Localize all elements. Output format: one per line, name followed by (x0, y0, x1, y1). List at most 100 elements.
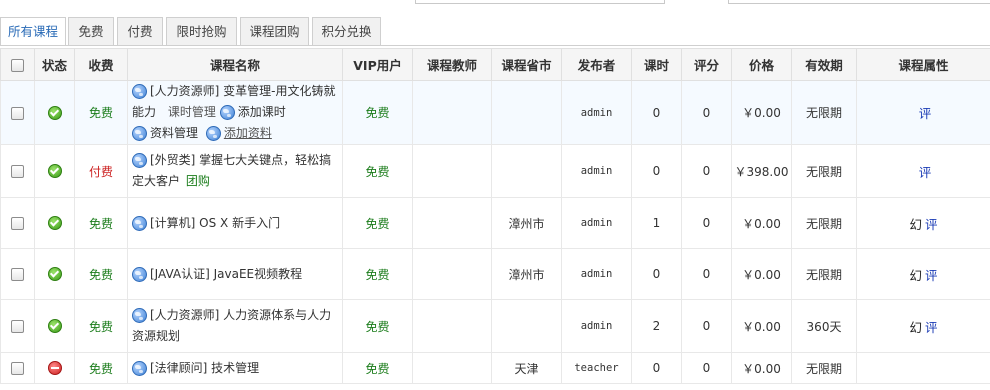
hours-cell: 0 (631, 248, 682, 300)
attr-review-link[interactable]: 评 (925, 217, 938, 232)
add-material-link[interactable]: 添加资料 (224, 126, 272, 140)
tab-points-exchange[interactable]: 积分兑换 (312, 17, 381, 45)
status-cell (34, 197, 75, 249)
enabled-status-icon[interactable] (47, 164, 62, 179)
disabled-status-icon[interactable] (47, 361, 62, 376)
attributes-cell: 幻评 (856, 197, 990, 249)
row-checkbox[interactable] (11, 165, 24, 178)
globe-icon (132, 360, 147, 376)
col-province: 课程省市 (491, 48, 562, 81)
col-status: 状态 (34, 48, 75, 81)
teacher-cell (412, 352, 492, 384)
attributes-cell: 幻评 (856, 299, 990, 353)
top-input-left[interactable] (415, 0, 665, 4)
add-lesson-link[interactable]: 添加课时 (238, 105, 286, 119)
publisher-cell: teacher (561, 352, 632, 384)
globe-icon (132, 266, 147, 282)
material-manage-link[interactable]: 资料管理 (150, 126, 198, 140)
globe-icon (132, 126, 147, 141)
col-charge: 收费 (74, 48, 128, 81)
globe-icon (132, 215, 147, 231)
course-name-link[interactable]: [法律顾问] 技术管理 (150, 361, 259, 375)
tab-flash-sale[interactable]: 限时抢购 (166, 17, 237, 45)
attr-review-link[interactable]: 评 (925, 320, 938, 335)
lesson-manage-link[interactable]: 课时管理 (168, 105, 216, 119)
tab-group-buy[interactable]: 课程团购 (240, 17, 309, 45)
tab-paid[interactable]: 付费 (117, 17, 163, 45)
course-name-link[interactable]: [人力资源师] 人力资源体系与人力资源规划 (132, 308, 331, 343)
status-cell (34, 80, 75, 145)
vip-cell: 免费 (342, 80, 413, 145)
vip-cell: 免费 (342, 144, 413, 198)
attr-illusion-link[interactable]: 幻 (909, 217, 922, 232)
charge-cell: 免费 (74, 299, 128, 353)
validity-cell: 无限期 (791, 248, 857, 300)
course-name-cell: [人力资源师] 人力资源体系与人力资源规划 (127, 299, 343, 353)
course-name-link[interactable]: [计算机] OS X 新手入门 (150, 216, 280, 230)
province-cell (491, 144, 562, 198)
charge-cell: 免费 (74, 248, 128, 300)
tabs-divider (0, 45, 990, 46)
table-row: 免费 [人力资源师] 变革管理-用文化铸就能力 课时管理 添加课时 资料管理 添… (0, 80, 990, 145)
group-buy-badge[interactable]: 团购 (186, 174, 210, 188)
table-row: 免费 [法律顾问] 技术管理 免费 天津 teacher 0 0 ￥0.00 无… (0, 352, 990, 384)
hours-cell: 0 (631, 352, 682, 384)
score-cell: 0 (681, 80, 732, 145)
attr-review-link[interactable]: 评 (919, 165, 932, 180)
publisher-cell: admin (561, 144, 632, 198)
hours-cell: 1 (631, 197, 682, 249)
row-checkbox[interactable] (11, 217, 24, 230)
row-checkbox[interactable] (11, 362, 24, 375)
publisher-cell: admin (561, 80, 632, 145)
price-cell: ￥0.00 (731, 197, 792, 249)
hours-cell: 0 (631, 144, 682, 198)
course-table: 状态 收费 课程名称 VIP用户 课程教师 课程省市 发布者 课时 评分 价格 … (0, 48, 990, 384)
table-header: 状态 收费 课程名称 VIP用户 课程教师 课程省市 发布者 课时 评分 价格 … (0, 48, 990, 81)
attr-review-link[interactable]: 评 (925, 268, 938, 283)
score-cell: 0 (681, 352, 732, 384)
col-teacher: 课程教师 (412, 48, 492, 81)
tab-free[interactable]: 免费 (68, 17, 114, 45)
row-checkbox[interactable] (11, 106, 24, 120)
course-name-link[interactable]: [外贸类] 掌握七大关键点，轻松搞定大客户 (132, 153, 331, 188)
charge-cell: 免费 (74, 80, 128, 145)
attr-review-link[interactable]: 评 (919, 106, 932, 121)
teacher-cell (412, 248, 492, 300)
top-input-right[interactable] (728, 0, 990, 4)
validity-cell: 无限期 (791, 352, 857, 384)
enabled-status-icon[interactable] (47, 105, 62, 120)
hours-cell: 2 (631, 299, 682, 353)
charge-cell: 免费 (74, 352, 128, 384)
province-cell: 天津 (491, 352, 562, 384)
province-cell (491, 299, 562, 353)
enabled-status-icon[interactable] (47, 216, 62, 231)
row-select-cell (0, 299, 35, 353)
tab-all-courses[interactable]: 所有课程 (0, 17, 66, 46)
status-cell (34, 248, 75, 300)
price-cell: ￥398.00 (731, 144, 792, 198)
attr-illusion-link[interactable]: 幻 (909, 320, 922, 335)
attributes-cell (856, 352, 990, 384)
vip-cell: 免费 (342, 299, 413, 353)
teacher-cell (412, 299, 492, 353)
status-cell (34, 352, 75, 384)
publisher-cell: admin (561, 299, 632, 353)
select-all-checkbox[interactable] (11, 59, 24, 72)
price-cell: ￥0.00 (731, 352, 792, 384)
course-name-link[interactable]: [JAVA认证] JavaEE视频教程 (150, 267, 302, 281)
course-name-cell: [JAVA认证] JavaEE视频教程 (127, 248, 343, 300)
price-cell: ￥0.00 (731, 248, 792, 300)
row-checkbox[interactable] (11, 268, 24, 281)
enabled-status-icon[interactable] (47, 319, 62, 334)
row-select-cell (0, 248, 35, 300)
status-cell (34, 144, 75, 198)
vip-cell: 免费 (342, 352, 413, 384)
col-validity: 有效期 (791, 48, 857, 81)
price-cell: ￥0.00 (731, 299, 792, 353)
score-cell: 0 (681, 144, 732, 198)
enabled-status-icon[interactable] (47, 267, 62, 282)
attr-illusion-link[interactable]: 幻 (909, 268, 922, 283)
globe-icon (219, 105, 235, 120)
row-checkbox[interactable] (11, 320, 24, 333)
province-cell: 漳州市 (491, 248, 562, 300)
